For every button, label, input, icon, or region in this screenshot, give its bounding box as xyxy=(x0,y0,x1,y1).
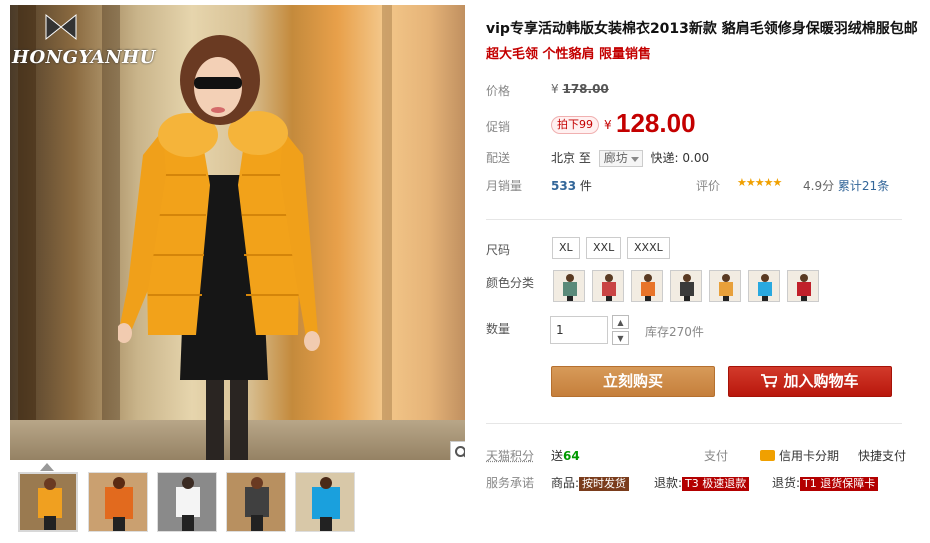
thumbnail-image xyxy=(158,473,216,531)
divider xyxy=(486,219,902,220)
main-product-image[interactable]: HONGYANHU xyxy=(10,5,465,460)
magnifier-icon xyxy=(455,446,465,458)
color-option-1[interactable] xyxy=(553,270,585,302)
size-option-xl[interactable]: XL xyxy=(552,237,580,259)
fast-refund-badge[interactable]: T3 极速退款 xyxy=(682,477,750,491)
product-subtitle: 超大毛领 个性貉肩 限量销售 xyxy=(486,47,652,62)
monthly-sales-unit: 件 xyxy=(579,179,592,193)
express-fee: 快递: 0.00 xyxy=(650,151,710,165)
color-option-7[interactable] xyxy=(787,270,819,302)
goods-label: 商品: xyxy=(551,476,580,490)
promo-label: 促销 xyxy=(486,120,511,134)
thumbnail-5[interactable] xyxy=(295,472,355,532)
original-price-value: 178.00 xyxy=(562,82,609,96)
thumbnail-1[interactable] xyxy=(18,472,78,532)
color-label: 颜色分类 xyxy=(486,276,535,290)
thumbnail-image xyxy=(89,473,147,531)
quantity-input[interactable]: 1 xyxy=(550,316,608,344)
thumbnail-selected-caret xyxy=(40,463,54,471)
background-pillar xyxy=(382,5,392,420)
monthly-sales-count: 533 xyxy=(551,179,577,193)
promise-goods: 商品: 按时发货 xyxy=(551,474,630,491)
size-option-xxl[interactable]: XXL xyxy=(586,237,622,259)
sale-price: 128.00 xyxy=(616,108,696,138)
currency-symbol: ¥ xyxy=(551,82,559,96)
stock-count: 库存270件 xyxy=(645,325,704,339)
add-to-cart-label: 加入购物车 xyxy=(783,372,859,390)
on-time-shipping-badge[interactable]: 按时发货 xyxy=(579,477,630,491)
chevron-down-icon xyxy=(630,157,639,162)
thumbnail-image xyxy=(227,473,285,531)
monthly-sales: 533 件 xyxy=(551,177,592,194)
chevron-down-icon: ▼ xyxy=(617,333,624,343)
buy-now-button[interactable]: 立刻购买 xyxy=(551,366,715,397)
original-price: ¥ 178.00 xyxy=(551,82,609,96)
color-swatch-image xyxy=(680,274,694,301)
thumbnail-2[interactable] xyxy=(88,472,148,532)
size-option-xxxl[interactable]: XXXL xyxy=(627,237,670,259)
model-figure xyxy=(118,35,320,460)
return-label: 退货: xyxy=(772,476,801,490)
brand-logo-icon xyxy=(45,13,77,41)
shipping-info: 北京 至 廊坊 快递: 0.00 xyxy=(551,149,709,167)
rating-score: 4.9分 xyxy=(803,179,835,193)
add-to-cart-button[interactable]: 加入购物车 xyxy=(728,366,892,397)
quantity-increase-button[interactable]: ▲ xyxy=(612,315,629,329)
size-label: 尺码 xyxy=(486,243,511,257)
promise-return: 退货: T1 退货保障卡 xyxy=(772,474,879,491)
credit-card-icon xyxy=(760,450,775,461)
price-label: 价格 xyxy=(486,84,511,98)
divider xyxy=(486,423,902,424)
points-prefix: 送 xyxy=(551,449,564,463)
credit-installment-label: 信用卡分期 xyxy=(779,449,840,463)
points-value: 64 xyxy=(563,449,580,463)
ship-to-word: 至 xyxy=(578,151,591,165)
monthly-sales-label: 月销量 xyxy=(486,179,523,193)
thumbnail-3[interactable] xyxy=(157,472,217,532)
thumbnail-image xyxy=(20,474,76,530)
ship-destination-select[interactable]: 廊坊 xyxy=(598,150,643,167)
promo-tag: 拍下99 xyxy=(551,116,599,134)
zoom-button[interactable] xyxy=(450,441,465,460)
payment-label: 支付 xyxy=(704,449,729,463)
color-swatch-image xyxy=(563,274,577,301)
color-option-2[interactable] xyxy=(592,270,624,302)
rating-stars-icon: ★★★★★ xyxy=(737,176,782,189)
shopping-cart-icon xyxy=(761,374,779,388)
service-promise-label: 服务承诺 xyxy=(486,476,535,490)
color-swatch-image xyxy=(602,274,616,301)
return-guarantee-badge[interactable]: T1 退货保障卡 xyxy=(800,477,879,491)
credit-installment[interactable]: 信用卡分期 xyxy=(760,447,839,464)
color-option-4[interactable] xyxy=(670,270,702,302)
ship-destination: 廊坊 xyxy=(603,151,628,165)
product-title: vip专享活动韩版女装棉衣2013新款 貉肩毛领修身保暖羽绒棉服包邮 xyxy=(486,21,918,37)
tmall-points-label[interactable]: 天猫积分 xyxy=(486,447,534,464)
rating-label: 评价 xyxy=(696,179,721,193)
color-option-6[interactable] xyxy=(748,270,780,302)
color-option-3[interactable] xyxy=(631,270,663,302)
quantity-decrease-button[interactable]: ▼ xyxy=(612,331,629,345)
quantity-label: 数量 xyxy=(486,322,511,336)
thumbnail-image xyxy=(296,473,354,531)
brand-logo-text: HONGYANHU xyxy=(12,47,156,68)
promise-refund: 退款: T3 极速退款 xyxy=(654,474,750,491)
sale-currency-symbol: ¥ xyxy=(604,118,612,132)
refund-label: 退款: xyxy=(654,476,683,490)
color-swatch-image xyxy=(641,274,655,301)
color-swatch-image xyxy=(797,274,811,301)
express-payment[interactable]: 快捷支付 xyxy=(858,447,906,464)
thumbnail-4[interactable] xyxy=(226,472,286,532)
color-swatch-image xyxy=(719,274,733,301)
color-swatch-image xyxy=(758,274,772,301)
rating-value: 4.9分 累计21条 xyxy=(803,177,889,194)
shipping-label: 配送 xyxy=(486,151,511,165)
review-count-link[interactable]: 累计21条 xyxy=(838,179,889,193)
tmall-points: 送64 xyxy=(551,447,580,464)
color-option-5[interactable] xyxy=(709,270,741,302)
chevron-up-icon: ▲ xyxy=(617,317,624,327)
ship-from: 北京 xyxy=(551,151,576,165)
